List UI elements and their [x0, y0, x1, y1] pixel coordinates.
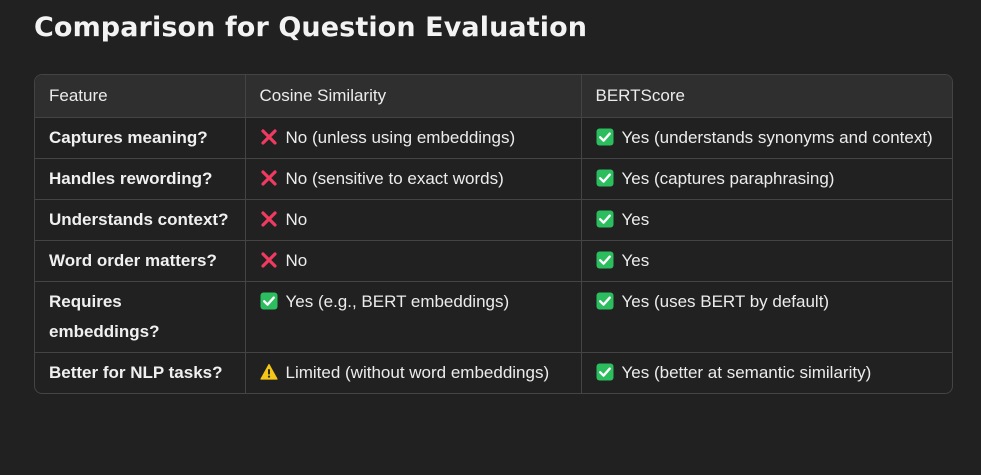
- comparison-table-container: Feature Cosine Similarity BERTScore Capt…: [34, 74, 953, 394]
- warning-icon: [259, 363, 278, 381]
- check-mark-icon: [260, 292, 278, 310]
- bertscore-cell: Yes (uses BERT by default): [581, 281, 952, 353]
- bertscore-text: Yes (uses BERT by default): [621, 292, 830, 311]
- table-row: Captures meaning? No (unless using embed…: [35, 117, 952, 159]
- cosine-text: Yes (e.g., BERT embeddings): [285, 292, 510, 311]
- table-body: Captures meaning? No (unless using embed…: [35, 117, 952, 394]
- cosine-text: Limited (without word embeddings): [285, 363, 550, 382]
- check-mark-icon: [596, 210, 614, 228]
- table-row: Better for NLP tasks? Limited (without w…: [35, 352, 952, 394]
- cosine-text: No (sensitive to exact words): [285, 169, 504, 188]
- check-mark-icon: [596, 169, 614, 187]
- bertscore-text: Yes (captures paraphrasing): [621, 169, 835, 188]
- cosine-cell: Limited (without word embeddings): [245, 352, 582, 393]
- feature-cell: Requires embeddings?: [35, 281, 246, 353]
- bertscore-cell: Yes (understands synonyms and context): [581, 117, 952, 159]
- bertscore-text: Yes (understands synonyms and context): [621, 128, 933, 147]
- feature-cell: Captures meaning?: [35, 117, 246, 159]
- header-row: Feature Cosine Similarity BERTScore: [35, 75, 952, 118]
- cross-mark-icon: [260, 128, 278, 146]
- column-header-cosine-similarity: Cosine Similarity: [245, 75, 582, 118]
- cosine-cell: No: [245, 240, 582, 282]
- cosine-cell: No (unless using embeddings): [245, 117, 582, 159]
- table-row: Word order matters? No Yes: [35, 240, 952, 282]
- check-mark-icon: [596, 251, 614, 269]
- table-row: Understands context? No Yes: [35, 199, 952, 241]
- feature-cell: Understands context?: [35, 199, 246, 241]
- feature-cell: Word order matters?: [35, 240, 246, 282]
- bertscore-text: Yes: [621, 210, 650, 229]
- comparison-table: Feature Cosine Similarity BERTScore Capt…: [35, 75, 952, 393]
- page-title: Comparison for Question Evaluation: [34, 12, 588, 43]
- table-row: Handles rewording? No (sensitive to exac…: [35, 158, 952, 200]
- column-header-bertscore: BERTScore: [581, 75, 952, 118]
- bertscore-text: Yes (better at semantic similarity): [621, 363, 872, 382]
- check-mark-icon: [596, 363, 614, 381]
- cross-mark-icon: [260, 251, 278, 269]
- bertscore-cell: Yes (captures paraphrasing): [581, 158, 952, 200]
- check-mark-icon: [596, 292, 614, 310]
- cosine-text: No: [285, 210, 308, 229]
- feature-cell: Handles rewording?: [35, 158, 246, 200]
- table-row: Requires embeddings? Yes (e.g., BERT emb…: [35, 281, 952, 353]
- chat-response-page: Comparison for Question Evaluation Featu…: [0, 0, 981, 475]
- table-header: Feature Cosine Similarity BERTScore: [35, 75, 952, 118]
- feature-cell: Better for NLP tasks?: [35, 352, 246, 393]
- bertscore-cell: Yes: [581, 240, 952, 282]
- cross-mark-icon: [260, 210, 278, 228]
- column-header-feature: Feature: [35, 75, 246, 118]
- cosine-cell: No: [245, 199, 582, 241]
- bertscore-cell: Yes (better at semantic similarity): [581, 353, 952, 394]
- cosine-cell: No (sensitive to exact words): [245, 158, 582, 200]
- check-mark-icon: [596, 128, 614, 146]
- cross-mark-icon: [260, 169, 278, 187]
- bertscore-text: Yes: [621, 251, 650, 270]
- cosine-text: No: [285, 251, 308, 270]
- cosine-text: No (unless using embeddings): [285, 128, 516, 147]
- bertscore-cell: Yes: [581, 199, 952, 241]
- cosine-cell: Yes (e.g., BERT embeddings): [245, 281, 582, 353]
